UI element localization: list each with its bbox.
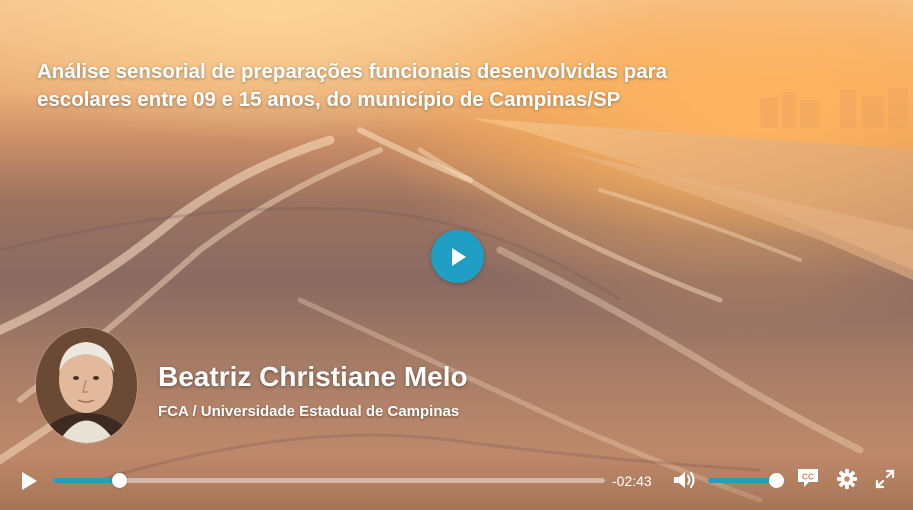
- speaker-avatar: [36, 328, 137, 443]
- speaker-name: Beatriz Christiane Melo: [158, 361, 468, 392]
- fullscreen-icon: [875, 469, 895, 489]
- control-bar: -02:43 CC: [0, 454, 913, 510]
- volume-slider[interactable]: [708, 473, 784, 488]
- big-play-button[interactable]: [431, 230, 484, 283]
- play-icon: [22, 472, 37, 490]
- video-player[interactable]: Análise sensorial de preparações funcion…: [0, 0, 913, 510]
- progress-handle[interactable]: [111, 473, 127, 488]
- time-remaining: -02:43: [612, 473, 652, 489]
- captions-button[interactable]: CC: [796, 467, 820, 489]
- settings-button[interactable]: [835, 467, 859, 491]
- gear-icon: [836, 468, 858, 490]
- closed-captions-icon: CC: [798, 469, 818, 487]
- fullscreen-button[interactable]: [873, 467, 897, 491]
- mute-button[interactable]: [670, 466, 698, 494]
- volume-icon: [674, 472, 695, 488]
- volume-fill: [708, 478, 776, 483]
- play-button[interactable]: [16, 468, 42, 494]
- svg-text:CC: CC: [802, 472, 814, 482]
- speaker-institution: FCA / Universidade Estadual de Campinas: [158, 403, 460, 420]
- video-title: Análise sensorial de preparações funcion…: [37, 60, 668, 111]
- progress-bar[interactable]: [53, 473, 605, 488]
- play-icon: [451, 247, 466, 266]
- volume-handle[interactable]: [768, 473, 784, 488]
- progress-fill: [53, 478, 120, 483]
